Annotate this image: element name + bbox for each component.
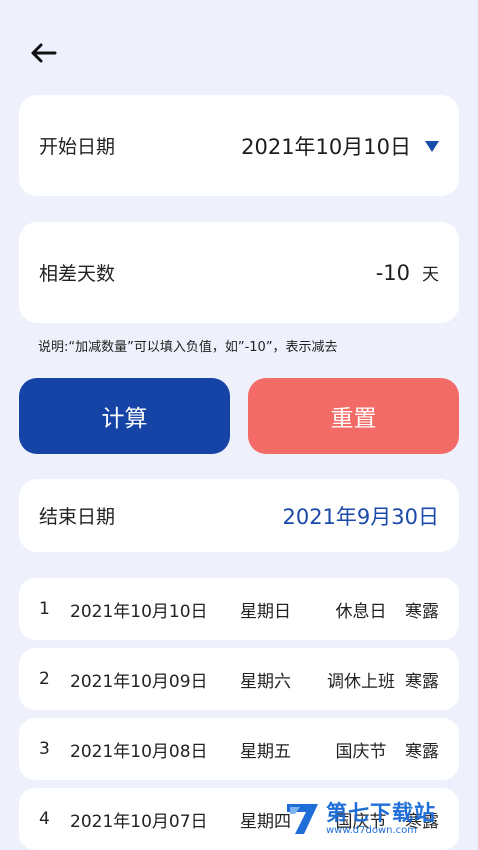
list-item-weekday: 星期五 (240, 741, 291, 762)
list-item-index: 4 (39, 809, 50, 829)
start-date-label: 开始日期 (39, 136, 116, 158)
list-item-index: 2 (39, 669, 50, 689)
list-item-solar-term: 寒露 (405, 601, 439, 622)
site-logo-icon (287, 804, 318, 834)
list-item-index: 3 (39, 739, 50, 759)
instruction-note: 说明:“加减数量”可以填入负值，如”-10”，表示减去 (38, 340, 338, 355)
watermark-title: 第七下载站 (326, 801, 436, 825)
watermark-url: www.d7down.com (326, 825, 418, 836)
end-date-label: 结束日期 (39, 506, 116, 528)
back-button[interactable] (26, 38, 60, 68)
reset-button[interactable]: 重置 (248, 378, 459, 454)
day-difference-card: 相差天数 天 (19, 222, 459, 323)
list-item-day-type: 休息日 (335, 601, 387, 622)
list-item-date: 2021年10月09日 (70, 671, 208, 692)
end-date-card: 结束日期 2021年9月30日 (19, 479, 459, 552)
calculate-button[interactable]: 计算 (19, 378, 230, 454)
day-difference-input[interactable] (290, 260, 410, 285)
list-item: 2 2021年10月09日 星期六 调休上班 寒露 (19, 648, 459, 710)
list-item-date: 2021年10月08日 (70, 741, 208, 762)
list-item: 1 2021年10月10日 星期日 休息日 寒露 (19, 578, 459, 640)
list-item-day-type: 调休上班 (327, 671, 395, 692)
list-item-date: 2021年10月07日 (70, 811, 208, 832)
watermark-logo: 第七下载站 www.d7down.com (284, 800, 436, 838)
list-item: 3 2021年10月08日 星期五 国庆节 寒露 (19, 718, 459, 780)
list-item-weekday: 星期日 (240, 601, 291, 622)
list-item-day-type: 国庆节 (335, 741, 387, 762)
start-date-card: 开始日期 2021年10月10日 (19, 95, 459, 196)
day-unit-label: 天 (422, 265, 439, 285)
list-item-solar-term: 寒露 (405, 741, 439, 762)
list-item-solar-term: 寒露 (405, 671, 439, 692)
list-item-index: 1 (39, 599, 50, 619)
list-item-weekday: 星期六 (240, 671, 291, 692)
day-difference-label: 相差天数 (39, 263, 116, 285)
triangle-down-icon[interactable] (425, 137, 439, 156)
list-item-date: 2021年10月10日 (70, 601, 208, 622)
start-date-value[interactable]: 2021年10月10日 (241, 131, 411, 161)
end-date-value: 2021年9月30日 (282, 504, 439, 529)
arrow-left-icon (31, 43, 57, 63)
